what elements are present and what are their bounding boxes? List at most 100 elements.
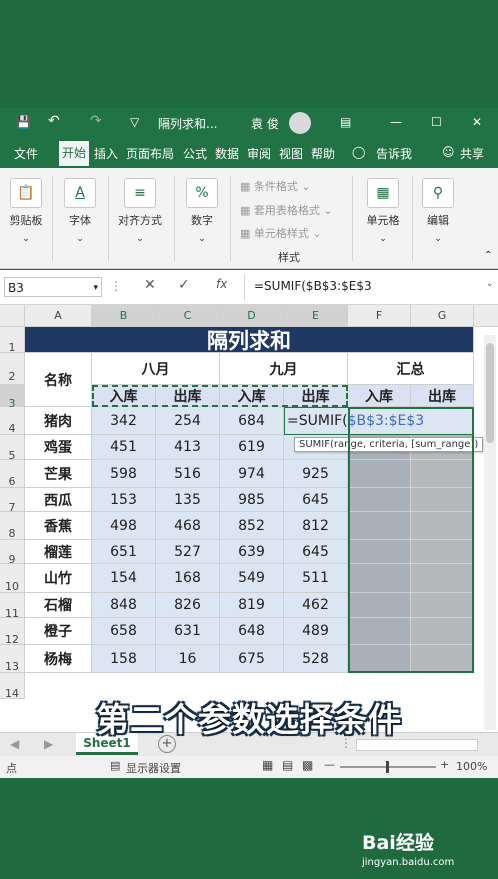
row-header-8[interactable]: 8	[0, 512, 25, 540]
editing-cell[interactable]: =SUMIF($B$3:$E$3	[284, 407, 474, 435]
row-header-6[interactable]: 6	[0, 460, 25, 488]
item-name[interactable]: 西瓜	[25, 488, 92, 512]
table-cell[interactable]: 158	[92, 645, 156, 673]
row-header-13[interactable]: 13	[0, 645, 25, 673]
insert-function-icon[interactable]: fx	[216, 277, 227, 291]
share-button[interactable]: 共享	[460, 145, 484, 162]
redo-icon[interactable]: ↷	[90, 113, 102, 129]
scrollbar-thumb[interactable]	[486, 343, 494, 443]
table-cell[interactable]: 619	[220, 435, 284, 460]
editing-button[interactable]: ⚲ 编辑 ⌄	[418, 178, 458, 244]
column-header-f[interactable]: F	[348, 305, 411, 327]
format-as-table-button[interactable]: ▦ 套用表格格式 ⌄	[240, 202, 333, 218]
row-header-12[interactable]: 12	[0, 618, 25, 646]
normal-view-icon[interactable]: ▦	[262, 758, 273, 772]
column-header-g[interactable]: G	[411, 305, 474, 327]
table-cell[interactable]: 658	[92, 618, 156, 645]
collapse-ribbon-icon[interactable]: ⌃	[484, 250, 492, 261]
table-cell[interactable]: 848	[92, 593, 156, 618]
tab-page-layout[interactable]: 页面布局	[126, 145, 174, 162]
column-header-a[interactable]: A	[25, 305, 92, 327]
vertical-scrollbar[interactable]	[484, 335, 496, 730]
table-cell[interactable]: 648	[220, 618, 284, 645]
name-box[interactable]: B3 ▾	[4, 277, 102, 297]
row-header-4[interactable]: 4	[0, 407, 25, 435]
item-name[interactable]: 杨梅	[25, 645, 92, 673]
share-icon[interactable]: ☺	[442, 145, 455, 159]
tab-file[interactable]: 文件	[14, 145, 38, 162]
table-cell[interactable]: 812	[284, 512, 348, 540]
cells-button[interactable]: ▦ 单元格 ⌄	[360, 178, 406, 244]
total-in-cell[interactable]	[348, 618, 411, 645]
table-cell[interactable]: 925	[284, 460, 348, 488]
customize-toolbar-icon[interactable]: ▽	[130, 115, 139, 129]
table-cell[interactable]: 489	[284, 618, 348, 645]
close-icon[interactable]: ✕	[472, 115, 482, 129]
table-cell[interactable]: 168	[156, 564, 220, 593]
header-sep-in[interactable]: 入库	[220, 385, 284, 407]
clipboard-button[interactable]: 📋 剪贴板 ⌄	[6, 178, 46, 244]
table-cell[interactable]: 675	[220, 645, 284, 673]
formula-input[interactable]: =SUMIF($B$3:$E$3	[254, 279, 372, 293]
table-cell[interactable]: 631	[156, 618, 220, 645]
header-sep-out[interactable]: 出库	[284, 385, 348, 407]
table-cell[interactable]: 153	[92, 488, 156, 512]
total-out-cell[interactable]	[411, 645, 474, 673]
table-cell[interactable]: 985	[220, 488, 284, 512]
page-break-view-icon[interactable]: ▩	[302, 758, 313, 772]
total-in-cell[interactable]	[348, 540, 411, 564]
avatar[interactable]	[289, 112, 311, 134]
table-cell[interactable]: 254	[156, 407, 220, 435]
total-in-cell[interactable]	[348, 512, 411, 540]
tab-home[interactable]: 开始	[59, 141, 90, 166]
save-icon[interactable]: 💾	[16, 115, 31, 129]
zoom-slider-thumb[interactable]	[386, 761, 389, 773]
column-header-e[interactable]: E	[284, 305, 348, 327]
total-out-cell[interactable]	[411, 512, 474, 540]
header-aug-in[interactable]: 入库	[92, 385, 156, 407]
zoom-in-icon[interactable]: +	[440, 758, 449, 771]
name-header[interactable]: 名称	[25, 353, 92, 407]
header-total-out[interactable]: 出库	[411, 385, 474, 407]
row-header-1[interactable]: 1	[0, 327, 25, 354]
column-header-b[interactable]: B	[92, 305, 156, 327]
row-header-10[interactable]: 10	[0, 564, 25, 593]
header-aug-out[interactable]: 出库	[156, 385, 220, 407]
table-cell[interactable]: 528	[284, 645, 348, 673]
total-in-cell[interactable]	[348, 460, 411, 488]
table-cell[interactable]: 498	[92, 512, 156, 540]
table-cell[interactable]: 451	[92, 435, 156, 460]
table-cell[interactable]: 413	[156, 435, 220, 460]
total-out-cell[interactable]	[411, 540, 474, 564]
enter-icon[interactable]: ✓	[178, 277, 190, 293]
tab-insert[interactable]: 插入	[94, 145, 118, 162]
page-layout-view-icon[interactable]: ▤	[282, 758, 293, 772]
item-name[interactable]: 猪肉	[25, 407, 92, 435]
group-header-total[interactable]: 汇总	[348, 353, 474, 385]
expand-formula-icon[interactable]: ⌄	[486, 279, 494, 289]
total-out-cell[interactable]	[411, 564, 474, 593]
alignment-button[interactable]: ≡ 对齐方式 ⌄	[112, 178, 168, 244]
table-cell[interactable]: 684	[220, 407, 284, 435]
column-header-h[interactable]	[474, 305, 498, 327]
table-cell[interactable]: 516	[156, 460, 220, 488]
item-name[interactable]: 橙子	[25, 618, 92, 645]
cell-styles-button[interactable]: ▦ 单元格样式 ⌄	[240, 225, 322, 241]
number-button[interactable]: % 数字 ⌄	[182, 178, 222, 244]
table-cell[interactable]: 154	[92, 564, 156, 593]
tab-view[interactable]: 视图	[279, 145, 303, 162]
table-cell[interactable]: 468	[156, 512, 220, 540]
display-settings-button[interactable]: 显示器设置	[126, 760, 181, 776]
row-header-11[interactable]: 11	[0, 593, 25, 620]
table-cell[interactable]: 549	[220, 564, 284, 593]
zoom-level[interactable]: 100%	[456, 760, 487, 773]
row-header-5[interactable]: 5	[0, 435, 25, 462]
total-in-cell[interactable]	[348, 645, 411, 673]
item-name[interactable]: 鸡蛋	[25, 435, 92, 460]
sheet-title[interactable]: 隔列求和	[25, 327, 474, 353]
total-out-cell[interactable]	[411, 460, 474, 488]
tab-data[interactable]: 数据	[215, 145, 239, 162]
tab-help[interactable]: 帮助	[311, 145, 335, 162]
group-header-sep[interactable]: 九月	[220, 353, 348, 385]
total-out-cell[interactable]	[411, 618, 474, 645]
